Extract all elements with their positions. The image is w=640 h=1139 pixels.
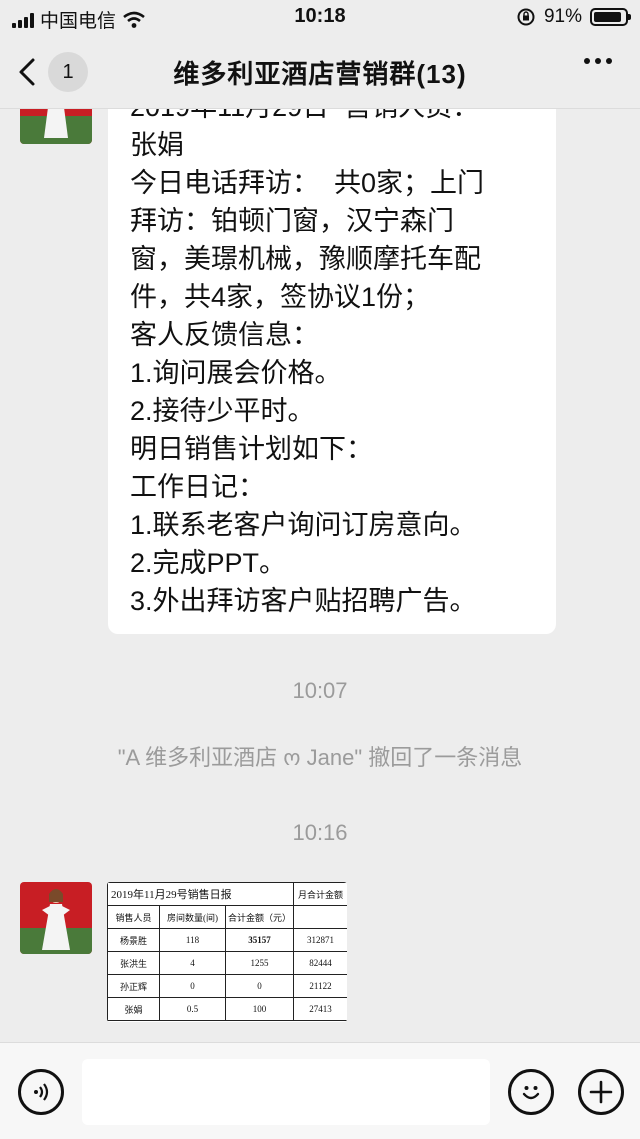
column-header: 房间数量(间) xyxy=(159,905,226,929)
nav-bar: 1 维多利亚酒店营销群(13) xyxy=(0,36,640,109)
report-line: 拜访：铂顿门窗，汉宁森门 xyxy=(130,206,454,236)
table-cell: 张洪生 xyxy=(107,951,160,975)
avatar-photo xyxy=(20,108,92,144)
table-cell: 0 xyxy=(159,974,226,998)
timestamp: 10:16 xyxy=(292,820,348,845)
report-message-bubble[interactable]: 2019年11月29日 营销人员： 张娟今日电话拜访： 共0家；上门拜访：铂顿门窗… xyxy=(108,108,556,634)
input-bar xyxy=(0,1042,640,1139)
report-line: 2.完成PPT。 xyxy=(130,548,287,578)
table-cell: 100 xyxy=(225,997,294,1021)
report-line: 2.接待少平时。 xyxy=(130,396,315,426)
table-cell: 27413 xyxy=(293,997,347,1021)
status-bar: 中国电信 10:18 91% xyxy=(0,0,640,36)
emoji-icon xyxy=(522,1086,540,1100)
report-line: 张娟 xyxy=(130,130,184,160)
report-image-message[interactable]: 2019年11月29号销售日报 月合计金额 销售人员 房间数量(间) 合计金额（… xyxy=(107,882,347,1022)
plus-icon xyxy=(589,1080,613,1104)
table-cell: 118 xyxy=(159,928,226,952)
table-cell: 312871 xyxy=(293,928,347,952)
avatar-photo xyxy=(20,882,92,954)
sales-report-table: 2019年11月29号销售日报 月合计金额 销售人员 房间数量(间) 合计金额（… xyxy=(107,882,347,1021)
report-line: 明日销售计划如下： xyxy=(130,434,373,464)
voice-icon xyxy=(34,1083,49,1101)
table-cell: 21122 xyxy=(293,974,347,998)
message-input[interactable] xyxy=(82,1059,490,1125)
chat-area[interactable]: 2019年11月29日 营销人员：张娟今日电话拜访： 共0家；上门拜访：铂顿门窗… xyxy=(0,108,640,1042)
report-line: 工作日记： xyxy=(130,472,265,502)
rotation-lock-icon xyxy=(517,8,535,26)
report-line: 今日电话拜访： 共0家；上门 xyxy=(130,168,485,198)
table-cell: 4 xyxy=(159,951,226,975)
table-cell: 0 xyxy=(225,974,294,998)
recall-notice: "A 维多利亚酒店 ო Jane" 撤回了一条消息 xyxy=(117,745,523,770)
column-header xyxy=(293,905,347,929)
table-row: 张娟 0.5 100 27413 xyxy=(107,997,347,1021)
monthly-total-header: 月合计金额 xyxy=(293,882,347,906)
table-cell: 杨景胜 xyxy=(107,928,160,952)
report-line: 2019年11月29日 营销人员： xyxy=(130,108,534,126)
timestamp: 10:07 xyxy=(292,678,348,703)
report-line: 客人反馈信息： xyxy=(130,320,319,350)
status-right: 91% xyxy=(516,6,631,28)
report-line: 1.联系老客户询问订房意向。 xyxy=(130,510,477,540)
table-row: 孙正辉 0 0 21122 xyxy=(107,974,347,998)
report-title: 2019年11月29号销售日报 xyxy=(107,882,294,906)
report-line: 1.询问展会价格。 xyxy=(130,358,342,388)
add-button[interactable] xyxy=(578,1069,624,1115)
battery-icon xyxy=(590,8,631,26)
report-line: 窗，美璟机械，豫顺摩托车配 xyxy=(130,244,481,274)
column-header: 销售人员 xyxy=(107,905,160,929)
chat-title: 维多利亚酒店营销群(13) xyxy=(173,59,467,89)
table-row: 杨景胜 118 35157 312871 xyxy=(107,928,347,952)
table-cell: 82444 xyxy=(293,951,347,975)
table-cell: 1255 xyxy=(225,951,294,975)
voice-button[interactable] xyxy=(18,1069,64,1115)
table-cell: 35157 xyxy=(225,928,294,952)
table-cell: 张娟 xyxy=(107,997,160,1021)
report-line: 3.外出拜访客户贴招聘广告。 xyxy=(130,586,477,616)
table-row: 张洪生 4 1255 82444 xyxy=(107,951,347,975)
table-cell: 0.5 xyxy=(159,997,226,1021)
report-line: 件，共4家，签协议1份； xyxy=(130,282,431,312)
sender-avatar[interactable] xyxy=(20,108,92,144)
more-dots-icon xyxy=(584,58,590,64)
column-header: 合计金额（元） xyxy=(225,905,294,929)
emoji-button[interactable] xyxy=(508,1069,554,1115)
table-cell: 孙正辉 xyxy=(107,974,160,998)
sender-avatar[interactable] xyxy=(20,882,92,954)
battery-percent: 91% xyxy=(543,6,582,27)
more-button[interactable] xyxy=(584,58,612,64)
